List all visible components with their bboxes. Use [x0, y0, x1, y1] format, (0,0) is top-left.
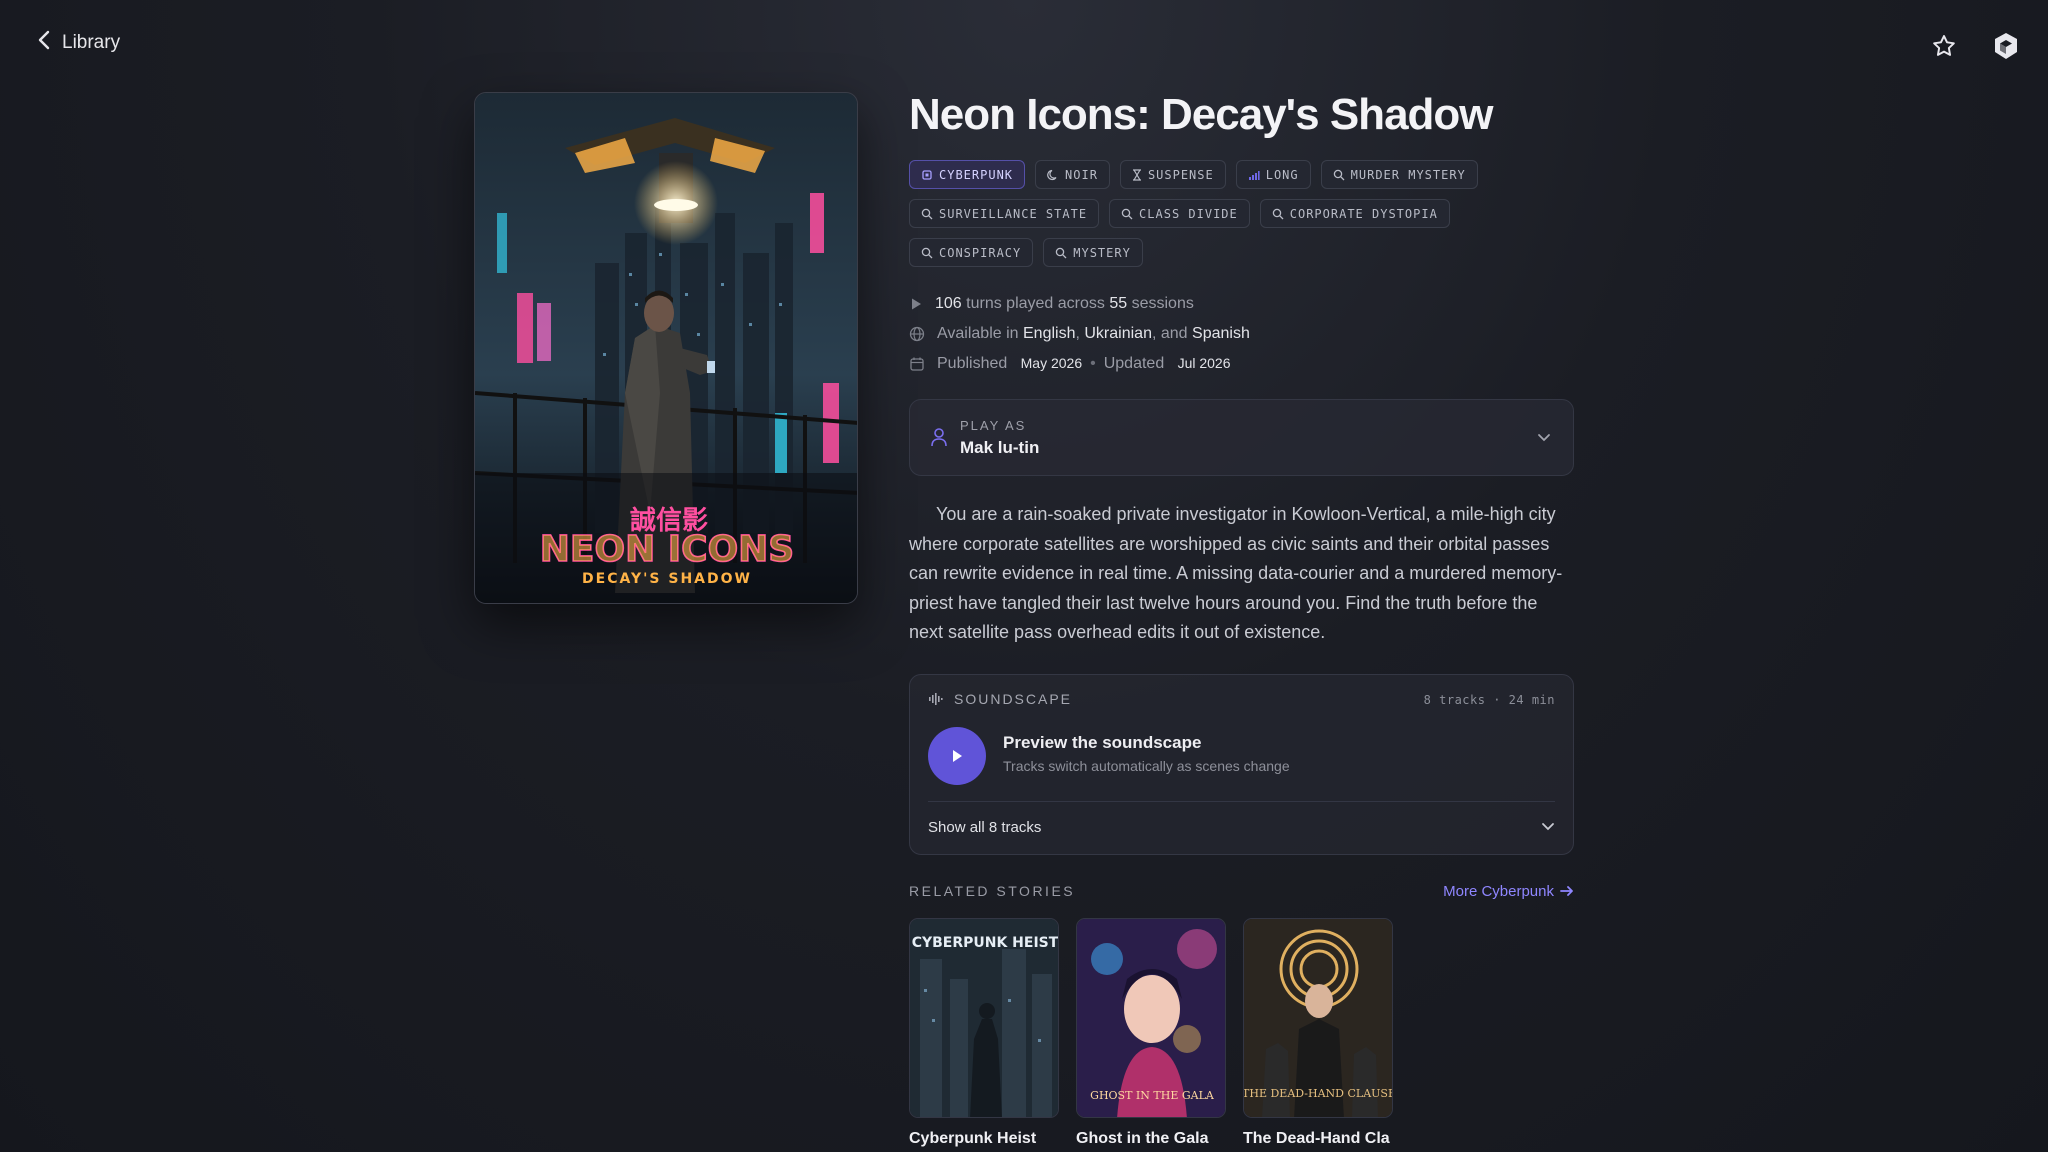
soundscape-count: 8 tracks · 24 min [1423, 692, 1555, 707]
waveform-icon [929, 692, 943, 705]
svg-text:NEON ICONS: NEON ICONS [540, 529, 794, 570]
moon-icon [1047, 169, 1059, 181]
tag-murder-mystery[interactable]: MURDER MYSTERY [1320, 160, 1478, 189]
svg-text:DECAY'S SHADOW: DECAY'S SHADOW [582, 571, 752, 587]
related-story-card[interactable]: CYBERPUNK HEIST Cyberpunk Heist [909, 917, 1059, 1148]
show-all-label: Show all 8 tracks [928, 819, 1042, 836]
tag-label: CORPORATE DYSTOPIA [1289, 206, 1438, 221]
related-story-title: Ghost in the Gala [1076, 1129, 1209, 1147]
tag-noir[interactable]: NOIR [1035, 160, 1110, 189]
soundscape-subtitle: Tracks switch automatically as scenes ch… [1003, 757, 1290, 774]
related-stories-header: RELATED STORIES [909, 883, 1076, 899]
languages-stat: Available in English, Ukrainian, and Spa… [909, 319, 1574, 349]
related-story-card[interactable]: GHOST IN THE GALA Ghost in the Gala [1076, 917, 1226, 1148]
search-icon [1272, 208, 1284, 220]
chevron-down-icon [1537, 430, 1551, 448]
app-logo-button[interactable] [1990, 30, 2022, 62]
favorite-star-button[interactable] [1928, 30, 1960, 62]
story-meta: 106 turns played across 55 sessions Avai… [909, 289, 1574, 379]
related-stories-list: CYBERPUNK HEIST Cyberpunk Heist GHOST IN… [909, 917, 1574, 1148]
story-title: Neon Icons: Decay's Shadow [909, 90, 1494, 139]
cyberpunk-chip-icon [921, 169, 933, 181]
related-story-title: The Dead-Hand Cla [1243, 1129, 1390, 1147]
tag-cyberpunk[interactable]: CYBERPUNK [909, 160, 1026, 189]
soundscape-title: Preview the soundscape [1003, 732, 1202, 752]
turns-stat: 106 turns played across 55 sessions [909, 289, 1574, 319]
hourglass-icon [1132, 168, 1142, 181]
related-story-title: Cyberpunk Heist [909, 1129, 1037, 1147]
tag-label: MURDER MYSTERY [1350, 167, 1466, 182]
tag-label: CLASS DIVIDE [1139, 206, 1238, 221]
chevron-down-icon [1541, 819, 1555, 837]
globe-icon [909, 326, 925, 342]
tag-mystery[interactable]: MYSTERY [1043, 238, 1143, 267]
svg-text:THE DEAD-HAND CLAUSE: THE DEAD-HAND CLAUSE [1244, 1087, 1393, 1100]
tag-label: MYSTERY [1073, 245, 1131, 260]
play-as-dropdown[interactable]: PLAY AS Mak lu-tin [909, 399, 1574, 476]
tag-label: LONG [1265, 167, 1299, 182]
dates-stat: Published May 2026 • Updated Jul 2026 [909, 349, 1574, 379]
user-icon [930, 427, 948, 452]
related-story-cover: THE DEAD-HAND CLAUSE [1243, 917, 1393, 1118]
arrow-right-icon [1560, 886, 1573, 896]
star-icon [1933, 35, 1955, 56]
back-label: Library [62, 31, 121, 53]
story-description: You are a rain-soaked private investigat… [909, 504, 1563, 642]
tag-label: NOIR [1065, 167, 1098, 182]
search-icon [921, 208, 933, 220]
tag-list: CYBERPUNK NOIR SUSPENSE LONG MURDER MYSTERY S… [909, 160, 1509, 267]
tag-label: CYBERPUNK [939, 167, 1014, 182]
tag-class-divide[interactable]: CLASS DIVIDE [1109, 199, 1250, 228]
related-story-cover: GHOST IN THE GALA [1076, 917, 1226, 1118]
related-story-cover: CYBERPUNK HEIST [909, 917, 1059, 1118]
tag-conspiracy[interactable]: CONSPIRACY [909, 238, 1034, 267]
bars-icon [1248, 169, 1260, 181]
soundscape-header: SOUNDSCAPE [954, 690, 1073, 707]
chevron-left-icon [38, 30, 50, 55]
tag-label: SUSPENSE [1147, 167, 1214, 182]
back-to-library-button[interactable]: Library [38, 30, 120, 55]
play-icon [953, 749, 962, 762]
tag-label: SURVEILLANCE STATE [939, 206, 1088, 221]
play-as-label: PLAY AS [960, 418, 1027, 433]
soundscape-panel: SOUNDSCAPE 8 tracks · 24 min Preview the… [909, 673, 1574, 855]
tag-surveillance-state[interactable]: SURVEILLANCE STATE [909, 199, 1100, 228]
tag-long[interactable]: LONG [1235, 160, 1311, 189]
search-icon [921, 247, 933, 259]
cube-logo-icon [1995, 33, 2017, 59]
search-icon [1121, 208, 1133, 220]
tag-corporate-dystopia[interactable]: CORPORATE DYSTOPIA [1259, 199, 1450, 228]
story-cover-image: 誠信影 NEON ICONS NEON ICONS DECAY'S SHADOW [474, 92, 858, 604]
related-story-card[interactable]: THE DEAD-HAND CLAUSE The Dead-Hand Cla [1243, 917, 1393, 1148]
more-cyberpunk-link[interactable]: More Cyberpunk [1443, 883, 1574, 900]
preview-play-button[interactable] [928, 726, 986, 785]
tag-suspense[interactable]: SUSPENSE [1119, 160, 1226, 189]
show-all-tracks-button[interactable]: Show all 8 tracks [928, 802, 1555, 854]
search-icon [1333, 169, 1345, 181]
search-icon [1055, 247, 1067, 259]
calendar-icon [910, 357, 924, 371]
play-as-value: Mak lu-tin [960, 438, 1040, 457]
svg-text:GHOST IN THE GALA: GHOST IN THE GALA [1090, 1089, 1215, 1102]
play-small-icon [912, 298, 921, 310]
svg-text:CYBERPUNK HEIST: CYBERPUNK HEIST [912, 935, 1059, 951]
tag-label: CONSPIRACY [939, 245, 1022, 260]
